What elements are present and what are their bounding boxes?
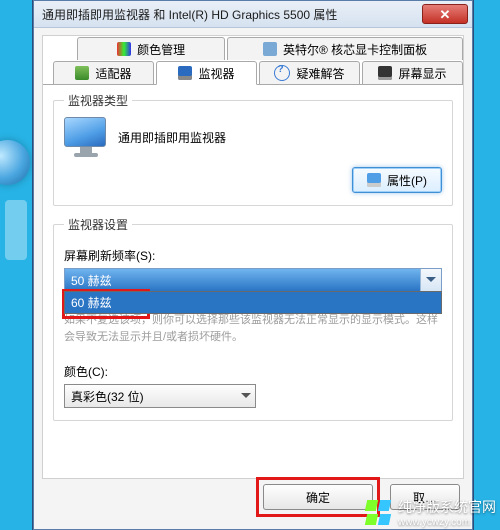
display-icon xyxy=(378,66,392,80)
properties-button-label: 属性(P) xyxy=(387,172,427,189)
refresh-rate-option[interactable]: 60 赫兹 xyxy=(65,292,441,313)
watermark-url: www.ycwzy.com xyxy=(398,517,496,528)
close-icon: ✕ xyxy=(440,8,451,21)
properties-dialog: 通用即插即用监视器 和 Intel(R) HD Graphics 5500 属性… xyxy=(33,0,473,530)
tab-row-upper: 颜色管理 英特尔® 核芯显卡控制面板 xyxy=(43,36,463,60)
hide-modes-note: 如果不复选该项，则你可以选择那些该监视器无法正常显示的显示模式。这样会导致无法显… xyxy=(64,312,442,345)
window-title: 通用即插即用监视器 和 Intel(R) HD Graphics 5500 属性 xyxy=(42,6,422,23)
watermark-brand: 纯净版系统官网 xyxy=(398,499,496,515)
watermark-logo-icon xyxy=(366,500,392,526)
tab-screen-display[interactable]: 屏幕显示 xyxy=(362,61,463,84)
monitor-type-name: 通用即插即用监视器 xyxy=(118,129,226,146)
tab-intel-panel[interactable]: 英特尔® 核芯显卡控制面板 xyxy=(227,37,463,60)
refresh-rate-combobox[interactable]: 50 赫兹 60 赫兹 xyxy=(64,268,442,292)
refresh-rate-dropdown: 60 赫兹 xyxy=(64,291,442,314)
titlebar: 通用即插即用监视器 和 Intel(R) HD Graphics 5500 属性… xyxy=(34,1,472,28)
watermark: 纯净版系统官网 www.ycwzy.com xyxy=(366,497,496,528)
refresh-rate-label: 屏幕刷新频率(S): xyxy=(64,247,442,264)
color-depth-combobox[interactable]: 真彩色(32 位) xyxy=(64,384,256,408)
ok-button[interactable]: 确定 xyxy=(263,484,373,510)
tab-label: 英特尔® 核芯显卡控制面板 xyxy=(283,41,427,58)
color-depth-label: 颜色(C): xyxy=(64,363,442,380)
intel-icon xyxy=(263,42,277,56)
tab-row-lower: 适配器 监视器 疑难解答 屏幕显示 xyxy=(43,60,463,85)
tab-label: 屏幕显示 xyxy=(398,65,446,82)
color-depth-selected: 真彩色(32 位) xyxy=(71,388,144,405)
color-mgmt-icon xyxy=(117,42,131,56)
tab-adapter[interactable]: 适配器 xyxy=(53,61,154,84)
group-legend: 监视器设置 xyxy=(64,216,132,233)
adapter-icon xyxy=(75,66,89,80)
help-icon xyxy=(274,65,290,81)
dialog-body: 颜色管理 英特尔® 核芯显卡控制面板 适配器 监视器 疑难解答 xyxy=(42,35,464,479)
tab-label: 监视器 xyxy=(198,65,234,82)
properties-button[interactable]: 属性(P) xyxy=(352,167,442,193)
group-legend: 监视器类型 xyxy=(64,92,132,109)
annotation-highlight: 确定 xyxy=(256,477,380,517)
monitor-icon xyxy=(178,66,192,80)
monitor-picture-icon xyxy=(64,117,108,157)
tab-label: 疑难解答 xyxy=(296,65,344,82)
desktop-window-hint xyxy=(5,200,27,260)
group-monitor-settings: 监视器设置 屏幕刷新频率(S): 50 赫兹 60 赫兹 如果不复 xyxy=(53,216,453,421)
refresh-rate-selected: 50 赫兹 xyxy=(65,269,421,291)
tab-color-management[interactable]: 颜色管理 xyxy=(77,37,225,60)
tab-label: 颜色管理 xyxy=(137,41,185,58)
desktop-orb-hint xyxy=(0,140,30,185)
tab-page-monitor: 监视器类型 通用即插即用监视器 属性(P) 监视器设置 屏幕刷新频率(S): xyxy=(53,88,453,472)
tab-monitor[interactable]: 监视器 xyxy=(156,61,257,85)
tab-label: 适配器 xyxy=(95,65,131,82)
group-monitor-type: 监视器类型 通用即插即用监视器 属性(P) xyxy=(53,92,453,206)
properties-button-icon xyxy=(367,173,381,187)
chevron-down-icon[interactable] xyxy=(420,269,441,291)
close-button[interactable]: ✕ xyxy=(422,4,468,24)
tab-troubleshoot[interactable]: 疑难解答 xyxy=(259,61,360,84)
